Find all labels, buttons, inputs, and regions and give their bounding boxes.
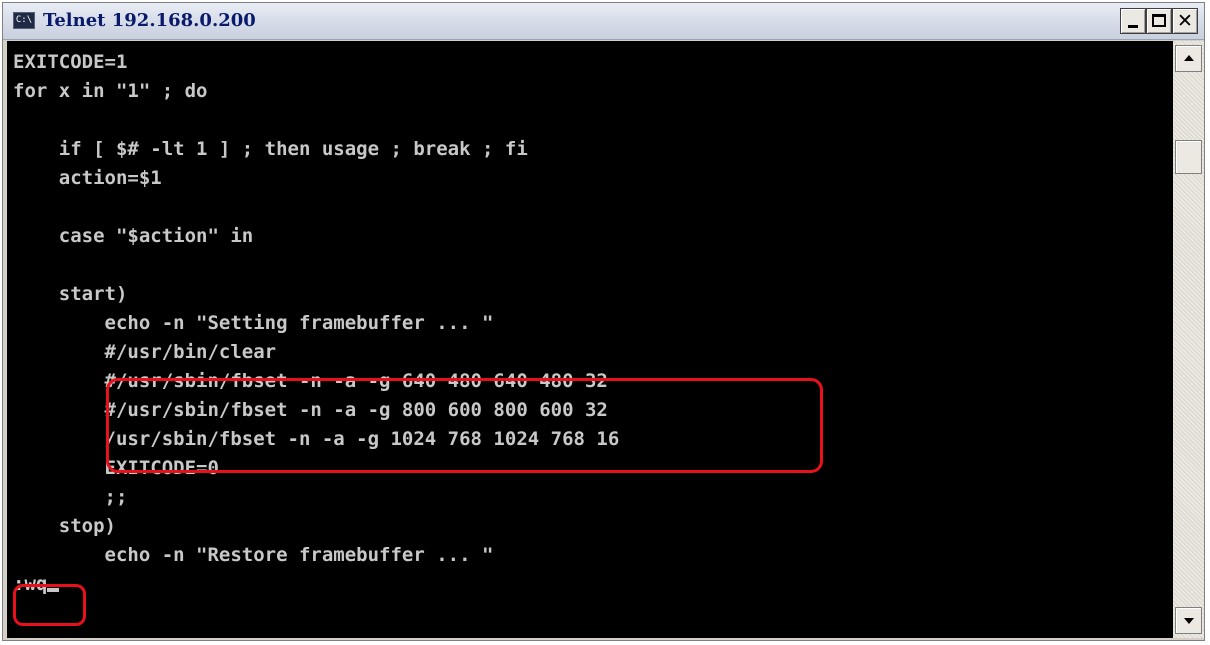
arrow-down-icon <box>1184 618 1194 624</box>
window-title: Telnet 192.168.0.200 <box>43 10 256 31</box>
maximize-icon <box>1152 14 1166 27</box>
terminal-line: echo -n "Setting framebuffer ... " <box>13 312 494 334</box>
terminal-line: action=$1 <box>13 167 162 189</box>
title-bar[interactable]: C:\ Telnet 192.168.0.200 ✕ <box>3 3 1204 40</box>
fbset-highlight-box <box>106 378 823 473</box>
scroll-up-button[interactable] <box>1175 45 1202 72</box>
console-icon[interactable]: C:\ <box>13 12 35 29</box>
vertical-scrollbar[interactable] <box>1173 41 1204 638</box>
arrow-up-icon <box>1184 55 1194 61</box>
minimize-button[interactable] <box>1120 8 1146 34</box>
maximize-button[interactable] <box>1146 8 1172 34</box>
terminal-line: EXITCODE=1 <box>13 51 128 73</box>
minimize-icon <box>1128 25 1138 28</box>
terminal-line: start) <box>13 283 128 305</box>
terminal-line: if [ $# -lt 1 ] ; then usage ; break ; f… <box>13 138 528 160</box>
scroll-down-button[interactable] <box>1175 607 1202 634</box>
terminal-line: case "$action" in <box>13 225 254 247</box>
terminal-area[interactable]: EXITCODE=1 for x in "1" ; do if [ $# -lt… <box>7 41 1173 638</box>
close-button[interactable]: ✕ <box>1172 8 1198 34</box>
terminal-line: echo -n "Restore framebuffer ... " <box>13 544 494 566</box>
terminal-line: stop) <box>13 515 116 537</box>
telnet-window: C:\ Telnet 192.168.0.200 ✕ EXITCODE=1 fo… <box>2 2 1205 641</box>
scroll-thumb[interactable] <box>1175 140 1202 174</box>
close-icon: ✕ <box>1177 10 1193 32</box>
terminal-line: ;; <box>13 486 128 508</box>
terminal-line: #/usr/bin/clear <box>13 341 277 363</box>
command-highlight-box <box>13 584 86 626</box>
terminal-line: for x in "1" ; do <box>13 80 208 102</box>
